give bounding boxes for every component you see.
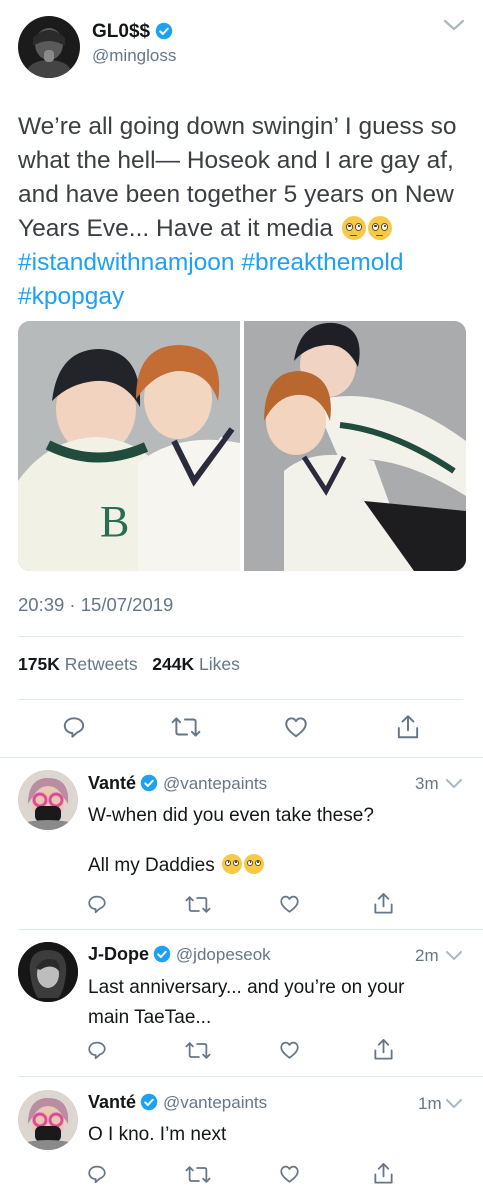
chevron-down-icon[interactable] bbox=[443, 949, 465, 963]
like-icon[interactable] bbox=[278, 1163, 301, 1185]
reply-icon[interactable] bbox=[86, 893, 108, 915]
retweet-icon[interactable] bbox=[171, 715, 201, 739]
reply-handle[interactable]: @vantepaints bbox=[163, 774, 267, 793]
reply-line: All my Daddies bbox=[88, 855, 215, 876]
like-icon[interactable] bbox=[283, 714, 309, 740]
reply-time[interactable]: 3m bbox=[415, 774, 439, 794]
engagement-stats: 175K Retweets 244K Likes bbox=[18, 654, 240, 675]
main-avatar[interactable] bbox=[18, 16, 80, 78]
like-count[interactable]: 244K bbox=[152, 654, 194, 674]
verified-icon bbox=[141, 774, 158, 792]
svg-text:B: B bbox=[100, 497, 129, 546]
share-icon[interactable] bbox=[372, 1037, 395, 1062]
reply-display-name[interactable]: J-Dope bbox=[88, 944, 149, 964]
tweet-photo-2[interactable] bbox=[244, 321, 466, 571]
share-icon[interactable] bbox=[372, 891, 395, 916]
verified-icon bbox=[155, 22, 172, 40]
reply-handle[interactable]: @jdopeseok bbox=[176, 945, 271, 964]
tweet-photo-1[interactable]: B bbox=[18, 321, 240, 571]
reply-line: O I kno. I’m next bbox=[88, 1124, 227, 1145]
reply-text: Last anniversary... and you’re on your m… bbox=[88, 973, 468, 1033]
hashtag-link[interactable]: #breakthemold bbox=[241, 249, 403, 276]
eye-roll-emoji bbox=[341, 216, 366, 240]
reply-icon[interactable] bbox=[61, 714, 87, 740]
main-handle[interactable]: @mingloss bbox=[92, 46, 176, 66]
like-label[interactable]: Likes bbox=[199, 654, 240, 674]
divider bbox=[18, 699, 463, 700]
pleading-face-emoji bbox=[244, 854, 264, 874]
divider bbox=[18, 1076, 483, 1077]
chevron-down-icon[interactable] bbox=[443, 1097, 465, 1111]
reply-display-name[interactable]: Vanté bbox=[88, 773, 136, 793]
chevron-down-icon[interactable] bbox=[441, 16, 467, 34]
reply-display-name[interactable]: Vanté bbox=[88, 1092, 136, 1112]
reply-avatar[interactable] bbox=[18, 942, 78, 1002]
reply-icon[interactable] bbox=[86, 1039, 108, 1061]
like-icon[interactable] bbox=[278, 893, 301, 915]
reply-line: W-when did you even take these? bbox=[88, 805, 374, 826]
chevron-down-icon[interactable] bbox=[443, 777, 465, 791]
retweet-count[interactable]: 175K bbox=[18, 654, 60, 674]
reply-time[interactable]: 2m bbox=[415, 946, 439, 966]
hashtag-link[interactable]: #istandwithnamjoon bbox=[18, 249, 235, 276]
retweet-label[interactable]: Retweets bbox=[65, 654, 138, 674]
main-display-name[interactable]: GL0$$ bbox=[92, 21, 150, 42]
retweet-icon[interactable] bbox=[185, 1164, 211, 1185]
retweet-icon[interactable] bbox=[185, 1040, 211, 1061]
reply-text: W-when did you even take these? All my D… bbox=[88, 801, 468, 881]
verified-icon bbox=[141, 1093, 158, 1111]
retweet-icon[interactable] bbox=[185, 894, 211, 915]
reply-line: main TaeTae... bbox=[88, 1007, 212, 1028]
eye-roll-emoji bbox=[367, 216, 392, 240]
divider bbox=[0, 757, 483, 758]
share-icon[interactable] bbox=[395, 713, 421, 741]
main-tweet-text: We’re all going down swingin’ I guess so… bbox=[18, 110, 468, 314]
reply-avatar[interactable] bbox=[18, 1090, 78, 1150]
reply-time[interactable]: 1m bbox=[418, 1094, 442, 1114]
like-icon[interactable] bbox=[278, 1039, 301, 1061]
reply-handle[interactable]: @vantepaints bbox=[163, 1093, 267, 1112]
reply-line: Last anniversary... and you’re on your bbox=[88, 977, 405, 998]
reply-icon[interactable] bbox=[86, 1163, 108, 1185]
divider bbox=[18, 929, 483, 930]
tweet-timestamp[interactable]: 20:39 · 15/07/2019 bbox=[18, 594, 173, 616]
pleading-face-emoji bbox=[222, 854, 242, 874]
hashtag-link[interactable]: #kpopgay bbox=[18, 283, 124, 310]
reply-avatar[interactable] bbox=[18, 770, 78, 830]
divider bbox=[18, 636, 463, 637]
share-icon[interactable] bbox=[372, 1161, 395, 1186]
verified-icon bbox=[154, 945, 171, 963]
reply-text: O I kno. I’m next bbox=[88, 1120, 468, 1150]
